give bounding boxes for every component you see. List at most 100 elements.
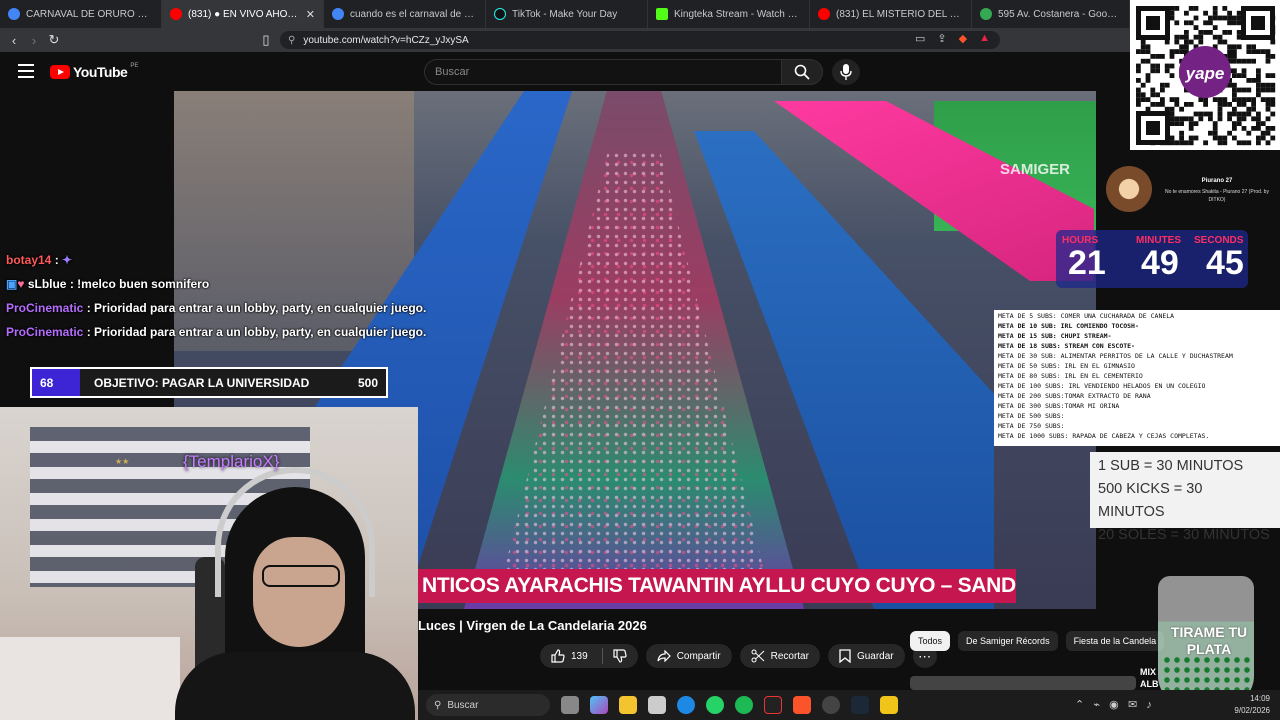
minutes-value: 49 <box>1141 244 1179 282</box>
save-button[interactable]: Guardar <box>827 644 905 668</box>
sub-goal-item: META DE 10 SUB: IRL COMIENDO TOCOSH- <box>998 322 1139 330</box>
steam-icon[interactable] <box>851 696 869 714</box>
bookmark-icon[interactable]: ▯ <box>256 32 276 48</box>
chat-user: sLblue <box>27 277 67 291</box>
share-label: Compartir <box>676 650 721 662</box>
youtube-play-icon <box>50 65 70 79</box>
close-tab-icon[interactable]: ✕ <box>306 8 315 21</box>
tab-maps[interactable]: 595 Av. Costanera - Google Maps <box>972 0 1130 28</box>
brave-shield-icon[interactable]: ◆ <box>959 32 967 45</box>
chat-separator: : <box>66 277 78 291</box>
subscriber-goal-bar: 68 OBJETIVO: PAGAR LA UNIVERSIDAD 500 <box>30 367 388 398</box>
tab-search[interactable]: cuando es el carnaval de oruro 2026 <box>324 0 486 28</box>
address-bar: ‹ › ↻ ▯ ⚲ youtube.com/watch?v=hCZz_yJxyS… <box>0 28 1130 52</box>
save-label: Guardar <box>856 650 894 662</box>
webcam-overlay: ★★ {TemplarioX} <box>0 407 418 720</box>
rate-line: 20 SOLES = 30 MINUTOS <box>1098 527 1270 543</box>
sub-goals-list: META DE 5 SUBS: COMER UNA CUCHARADA DE C… <box>994 310 1280 446</box>
tab-youtube-kharisiri[interactable]: (831) EL MISTERIO DEL KHARISIRI - F <box>810 0 972 28</box>
reload-icon[interactable]: ↻ <box>44 32 64 48</box>
bed <box>0 637 180 720</box>
cast-icon[interactable]: ▭ <box>915 32 925 45</box>
related-video-thumbnail[interactable] <box>910 676 1136 690</box>
sub-goal-item: META DE 5 SUBS: COMER UNA CUCHARADA DE C… <box>998 312 1175 320</box>
video-title: Luces | Virgen de La Candelaria 2026 <box>418 618 647 633</box>
tab-title: CARNAVAL DE ORURO 2026 CUANDO <box>26 8 153 20</box>
whatsapp-icon[interactable] <box>706 696 724 714</box>
settings-icon[interactable] <box>822 696 840 714</box>
chat-message: ProCinematic : Prioridad para entrar a u… <box>6 301 426 315</box>
tab-title: cuando es el carnaval de oruro 2026 <box>350 8 477 20</box>
system-tray[interactable]: ⌃ ⌁ ◉ ✉ ♪ <box>1075 698 1152 711</box>
search-button[interactable] <box>781 59 823 85</box>
store-icon[interactable] <box>648 696 666 714</box>
thumbs-up-icon <box>551 649 565 663</box>
tab-title: TikTok - Make Your Day <box>512 8 618 20</box>
chat-user: ProCinematic <box>6 325 84 339</box>
google-icon <box>8 8 20 20</box>
chip-samiger[interactable]: De Samiger Récords <box>958 631 1058 651</box>
voice-search-button[interactable] <box>832 59 860 85</box>
youtube-header: YouTube PE Buscar <box>0 52 1130 92</box>
youtube-logo[interactable]: YouTube PE <box>50 63 139 80</box>
share-button[interactable]: Compartir <box>645 644 732 668</box>
video-lower-third: NTICOS AYARACHIS TAWANTIN AYLLU CUYO CUY… <box>418 569 1016 603</box>
forward-icon[interactable]: › <box>24 33 44 48</box>
chat-user: botay14 <box>6 253 52 267</box>
search-icon <box>794 64 810 80</box>
video-actions: 139 Compartir Recortar Guardar ⋯ <box>540 644 937 668</box>
task-view-icon[interactable] <box>561 696 579 714</box>
menu-icon[interactable] <box>18 64 34 78</box>
related-video-title[interactable]: MIX ALB <box>1140 666 1159 690</box>
chip-candelaria[interactable]: Fiesta de la Candela <box>1065 631 1165 651</box>
chip-label: Todos <box>918 636 943 646</box>
subathon-timer: HOURS MINUTES SECONDS 21 49 45 <box>1056 230 1248 288</box>
tab-tiktok[interactable]: TikTok - Make Your Day <box>486 0 648 28</box>
share-icon[interactable]: ⇪ <box>937 32 946 45</box>
rate-line: 1 SUB = 30 MINUTOS <box>1098 458 1244 474</box>
hours-value: 21 <box>1068 244 1106 282</box>
back-icon[interactable]: ‹ <box>4 33 24 48</box>
bookmark-save-icon <box>839 649 851 663</box>
chat-text: Prioridad para entrar a un lobby, party,… <box>94 325 427 339</box>
browser-actions: ▭ ⇪ ◆ ▲ <box>915 32 990 45</box>
tab-youtube-live[interactable]: (831) ● EN VIVO AHORA - Para ✕ <box>162 0 324 28</box>
spotify-icon[interactable] <box>735 696 753 714</box>
edge-icon[interactable] <box>677 696 695 714</box>
sub-goal-item: META DE 300 SUBS:TOMAR MI ORINA <box>998 402 1120 410</box>
goal-current: 68 <box>40 376 54 390</box>
clock[interactable]: 14:09 9/02/2026 <box>1234 693 1270 717</box>
clock-date: 9/02/2026 <box>1234 706 1270 715</box>
chat-user: ProCinematic <box>6 301 84 315</box>
tab-strip: CARNAVAL DE ORURO 2026 CUANDO (831) ● EN… <box>0 0 1130 28</box>
sub-goal-item: META DE 100 SUBS: IRL VENDIENDO HELADOS … <box>998 382 1206 390</box>
country-code: PE <box>130 63 139 69</box>
youtube-icon <box>170 8 182 20</box>
thumbs-down-icon[interactable] <box>613 649 627 663</box>
streamer-body <box>175 652 415 720</box>
brave-icon[interactable] <box>793 696 811 714</box>
sub-alert-name: {TemplarioX} <box>183 452 280 471</box>
file-explorer-icon[interactable] <box>619 696 637 714</box>
tab-kick[interactable]: Kingteka Stream - Watch Live on Kick <box>648 0 810 28</box>
share-arrow-icon <box>657 650 671 662</box>
chip-all[interactable]: Todos <box>910 631 951 651</box>
tab-carnaval[interactable]: CARNAVAL DE ORURO 2026 CUANDO <box>0 0 162 28</box>
search-input[interactable]: Buscar <box>424 59 782 85</box>
sub-goal-item: META DE 200 SUBS:TOMAR EXTRACTO DE RANA <box>998 392 1151 400</box>
obs-icon[interactable] <box>764 696 782 714</box>
url-field[interactable]: ⚲ youtube.com/watch?v=hCZz_yJxySA <box>280 31 1000 49</box>
sub-goal-item: META DE 750 SUBS: <box>998 422 1065 430</box>
tab-title: (831) ● EN VIVO AHORA - Para <box>188 8 300 20</box>
clip-button[interactable]: Recortar <box>739 644 820 668</box>
app-icon[interactable] <box>880 696 898 714</box>
rate-line: 500 KICKS = 30 MINUTOS <box>1098 481 1203 520</box>
sub-goal-item: META DE 1000 SUBS: RAPADA DE CABEZA Y CE… <box>998 432 1210 440</box>
mic-icon <box>840 64 852 80</box>
copilot-icon[interactable] <box>590 696 608 714</box>
tab-title: (831) EL MISTERIO DEL KHARISIRI - F <box>836 8 963 20</box>
site-info-icon[interactable]: ⚲ <box>288 35 295 46</box>
brave-rewards-icon[interactable]: ▲ <box>979 32 990 45</box>
like-button[interactable]: 139 <box>540 644 638 668</box>
taskbar-search[interactable]: ⚲ Buscar <box>426 694 550 716</box>
